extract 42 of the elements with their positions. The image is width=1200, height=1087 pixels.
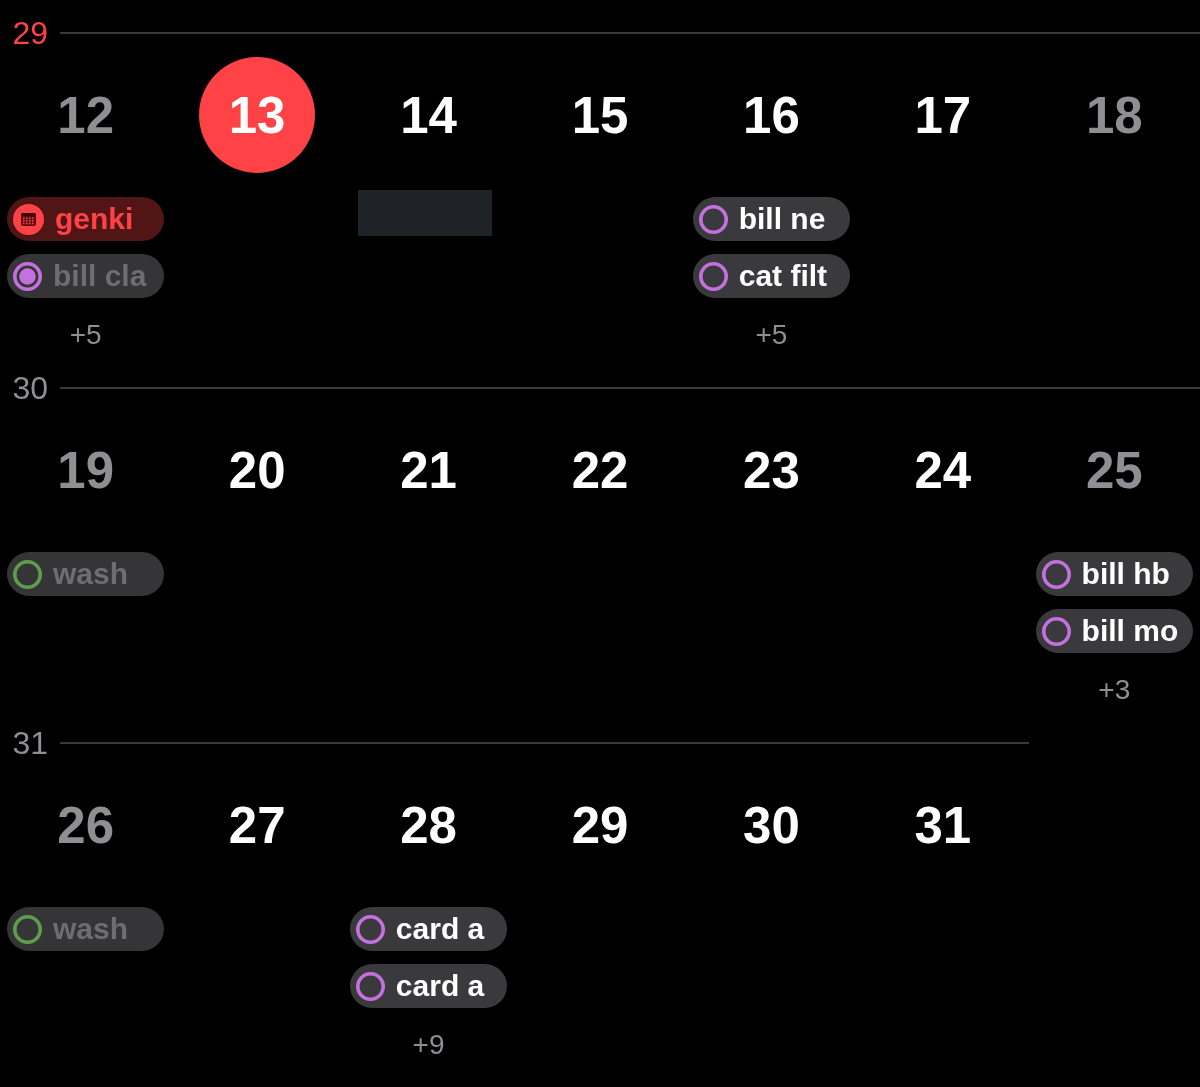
- day-number[interactable]: 24: [914, 444, 972, 496]
- day-number[interactable]: 15: [571, 89, 629, 141]
- more-events-count: +3: [1098, 675, 1131, 705]
- week-number: 31: [11, 725, 48, 761]
- day-number[interactable]: 18: [1085, 89, 1143, 141]
- day-number[interactable]: 31: [914, 799, 972, 851]
- event-pill[interactable]: genki: [7, 197, 165, 241]
- day-number[interactable]: 12: [57, 89, 115, 141]
- day-number[interactable]: 29: [571, 799, 629, 851]
- more-events-count: +5: [69, 320, 102, 350]
- more-events-count: +9: [412, 1030, 445, 1060]
- day-number[interactable]: 23: [743, 444, 800, 496]
- reminder-pill[interactable]: bill hb: [1035, 552, 1193, 596]
- reminder-pill[interactable]: card a: [349, 907, 508, 951]
- reminder-pill[interactable]: card a: [349, 964, 508, 1008]
- more-events-count: +5: [755, 320, 788, 350]
- circle-icon[interactable]: [13, 559, 42, 589]
- circle-icon[interactable]: [355, 914, 385, 944]
- day-number[interactable]: 14: [400, 89, 457, 141]
- reminder-pill[interactable]: cat filt: [692, 254, 851, 298]
- checked-circle-icon[interactable]: [13, 261, 42, 291]
- day-number[interactable]: 22: [571, 444, 629, 496]
- week-number: 30: [11, 370, 48, 406]
- circle-icon[interactable]: [1041, 559, 1071, 589]
- day-number[interactable]: 28: [400, 799, 457, 851]
- day-number[interactable]: 25: [1085, 444, 1143, 496]
- day-number[interactable]: 27: [228, 799, 286, 851]
- day-number[interactable]: 19: [57, 444, 115, 496]
- circle-icon[interactable]: [1041, 616, 1071, 646]
- week-number: 29: [11, 15, 48, 51]
- reminder-pill[interactable]: bill mo: [1035, 609, 1193, 653]
- reminder-pill[interactable]: bill ne: [692, 197, 851, 241]
- circle-icon[interactable]: [13, 914, 42, 944]
- day-number[interactable]: 20: [228, 444, 286, 496]
- circle-icon[interactable]: [698, 261, 728, 291]
- day-number[interactable]: 30: [743, 799, 800, 851]
- circle-icon[interactable]: [355, 971, 385, 1001]
- day-number[interactable]: 21: [400, 444, 457, 496]
- circle-icon[interactable]: [698, 204, 728, 234]
- day-number[interactable]: 26: [57, 799, 115, 851]
- day-number[interactable]: 17: [914, 89, 972, 141]
- day-number[interactable]: 16: [743, 89, 800, 141]
